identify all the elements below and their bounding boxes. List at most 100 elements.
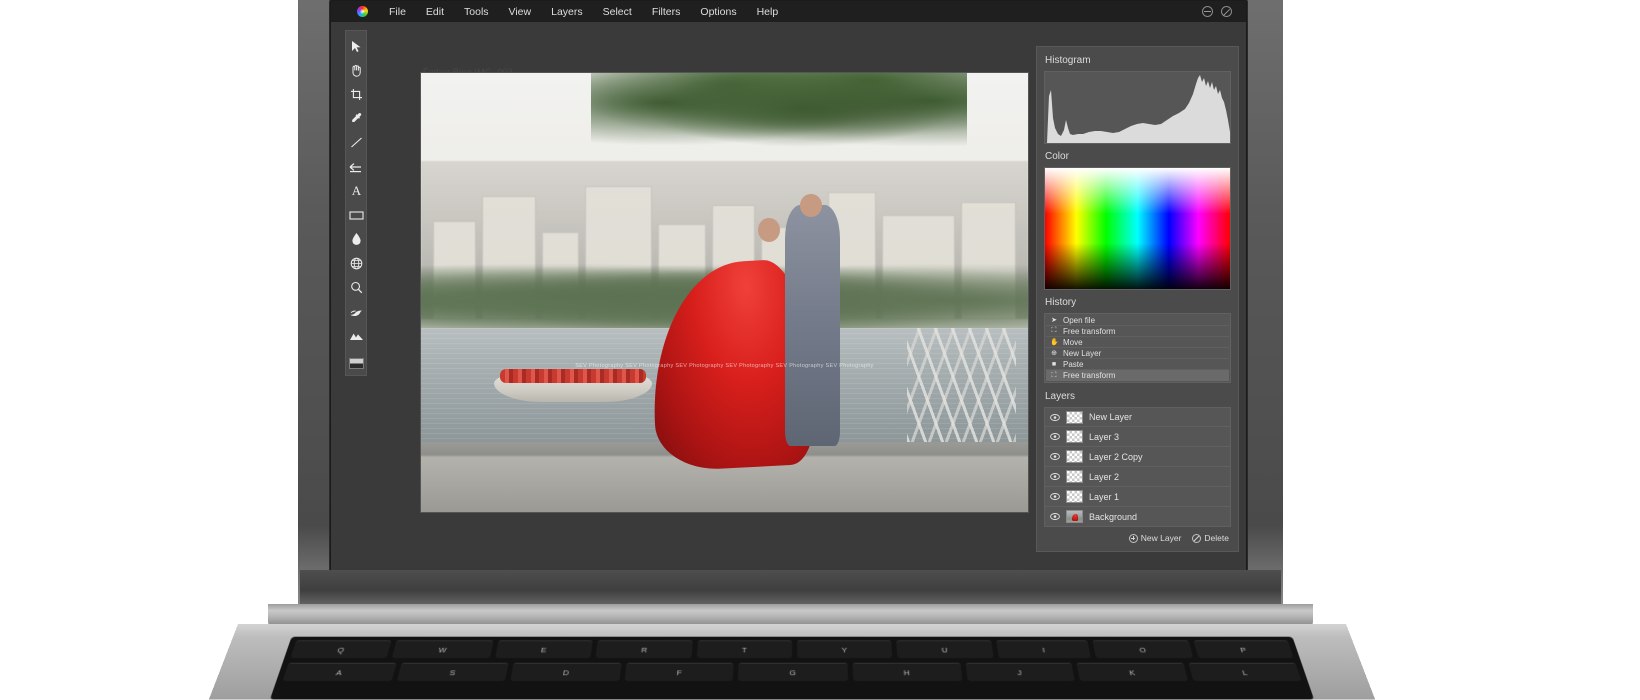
layer-label: Layer 2 Copy bbox=[1089, 451, 1143, 462]
transform-icon: ⛶ bbox=[1051, 371, 1057, 379]
eye-icon[interactable] bbox=[1050, 513, 1060, 521]
key[interactable]: A bbox=[282, 662, 397, 682]
key[interactable]: P bbox=[1193, 640, 1294, 659]
menu-item-tools[interactable]: Tools bbox=[455, 4, 498, 20]
eye-icon[interactable] bbox=[1050, 493, 1060, 501]
key[interactable]: E bbox=[494, 640, 593, 659]
layer-row[interactable]: Layer 2 Copy bbox=[1044, 447, 1231, 467]
key[interactable]: U bbox=[896, 640, 994, 659]
history-item-selected[interactable]: ⛶ Free transform bbox=[1046, 370, 1229, 381]
layer-row[interactable]: Layer 3 bbox=[1044, 427, 1231, 447]
right-dock: Histogram Color History ➤ Open file ⛶ Fr… bbox=[1036, 46, 1239, 552]
history-item[interactable]: ⊕ New Layer bbox=[1046, 348, 1229, 359]
eye-icon[interactable] bbox=[1050, 453, 1060, 461]
menu-item-view[interactable]: View bbox=[500, 4, 541, 20]
new-layer-button[interactable]: New Layer bbox=[1128, 533, 1182, 543]
undo-arrow-icon[interactable] bbox=[346, 156, 366, 178]
key[interactable]: T bbox=[696, 640, 792, 659]
menu-item-filters[interactable]: Filters bbox=[643, 4, 690, 20]
layer-label: New Layer bbox=[1089, 412, 1133, 422]
key[interactable]: F bbox=[624, 662, 734, 682]
key[interactable]: Y bbox=[796, 640, 893, 659]
brush-leaf-icon[interactable] bbox=[346, 301, 366, 323]
histogram-graph bbox=[1044, 71, 1231, 144]
globe-icon[interactable] bbox=[346, 252, 366, 274]
history-item[interactable]: ➤ Open file bbox=[1046, 315, 1229, 326]
new-layer-button-label: New Layer bbox=[1140, 533, 1182, 543]
magnifier-icon[interactable] bbox=[346, 276, 366, 298]
history-item[interactable]: ✋ Move bbox=[1046, 337, 1229, 348]
key[interactable]: H bbox=[852, 662, 963, 682]
layer-label: Layer 3 bbox=[1089, 431, 1120, 442]
svg-text:A: A bbox=[351, 184, 361, 197]
foreground-background-swatch-icon[interactable] bbox=[346, 353, 366, 375]
menu-item-file[interactable]: File bbox=[380, 4, 415, 20]
menu-bar: File Edit Tools View Layers Select Filte… bbox=[331, 1, 1246, 22]
key[interactable]: R bbox=[595, 640, 693, 659]
key[interactable]: W bbox=[391, 640, 494, 659]
history-item-label: Paste bbox=[1063, 359, 1084, 369]
eye-icon[interactable] bbox=[1050, 413, 1060, 421]
delete-layer-button-label: Delete bbox=[1204, 533, 1229, 543]
mountains-icon[interactable] bbox=[346, 325, 366, 347]
paste-icon: ■ bbox=[1051, 360, 1057, 368]
cursor-arrow-icon[interactable] bbox=[346, 35, 366, 57]
history-item[interactable]: ⛶ Free transform bbox=[1046, 326, 1229, 337]
layer-row[interactable]: Layer 2 bbox=[1044, 467, 1231, 487]
history-item[interactable]: ■ Paste bbox=[1046, 359, 1229, 370]
key[interactable]: O bbox=[1092, 640, 1193, 659]
layer-thumbnail bbox=[1066, 410, 1083, 424]
history-list: ➤ Open file ⛶ Free transform ✋ Move ⊕ Ne… bbox=[1044, 313, 1231, 383]
slash-circle-icon[interactable] bbox=[1221, 6, 1232, 17]
key[interactable]: J bbox=[965, 662, 1075, 682]
color-picker-gradient[interactable] bbox=[1044, 167, 1231, 290]
hand-icon[interactable] bbox=[346, 59, 366, 81]
text-a-icon[interactable]: A bbox=[346, 180, 366, 202]
crop-icon[interactable] bbox=[346, 83, 366, 105]
layer-label: Layer 2 bbox=[1089, 471, 1120, 482]
layers-list: New Layer Layer 3 Layer 2 Copy Layer 2 L… bbox=[1044, 407, 1231, 527]
menu-item-help[interactable]: Help bbox=[748, 4, 788, 20]
keyboard-row: Q W E R T Y U I O P bbox=[290, 640, 1294, 659]
key[interactable]: G bbox=[738, 662, 848, 682]
history-panel-title: History bbox=[1045, 297, 1077, 308]
color-panel-title: Color bbox=[1045, 151, 1069, 162]
hand-icon: ✋ bbox=[1050, 339, 1059, 346]
layer-row[interactable]: Layer 1 bbox=[1044, 487, 1231, 507]
menu-item-select[interactable]: Select bbox=[594, 4, 641, 20]
line-icon[interactable] bbox=[346, 132, 366, 154]
layer-thumbnail bbox=[1066, 490, 1083, 503]
key[interactable]: D bbox=[510, 662, 622, 682]
menu-item-options[interactable]: Options bbox=[691, 4, 745, 20]
tool-palette: A bbox=[345, 30, 367, 376]
keyboard-row: A S D F G H J K L bbox=[282, 662, 1302, 682]
layers-panel-title: Layers bbox=[1045, 391, 1076, 402]
rectangle-icon[interactable] bbox=[346, 204, 366, 226]
key[interactable]: I bbox=[996, 640, 1092, 659]
plus-circle-icon bbox=[1128, 533, 1138, 543]
layer-row[interactable]: New Layer bbox=[1044, 407, 1231, 427]
eye-icon[interactable] bbox=[1050, 473, 1060, 481]
eye-icon[interactable] bbox=[1050, 433, 1060, 441]
cursor-icon: ➤ bbox=[1051, 317, 1057, 324]
key[interactable]: K bbox=[1076, 662, 1189, 682]
image-canvas[interactable]: SEV Photography SEV Photography SEV Phot… bbox=[421, 73, 1028, 512]
key[interactable]: Q bbox=[290, 640, 392, 659]
history-item-label: Move bbox=[1063, 337, 1083, 347]
delete-layer-button[interactable]: Delete bbox=[1192, 533, 1229, 543]
workspace: A Father Blog IMG_003 SEV Photography SE… bbox=[331, 22, 1246, 572]
photograph: SEV Photography SEV Photography SEV Phot… bbox=[421, 73, 1028, 512]
history-item-label: Free transform bbox=[1063, 371, 1116, 380]
screenshot-root: File Edit Tools View Layers Select Filte… bbox=[0, 0, 1640, 700]
layer-thumbnail bbox=[1066, 510, 1083, 523]
window-controls bbox=[1202, 6, 1240, 17]
layer-row[interactable]: Background bbox=[1044, 507, 1231, 527]
key[interactable]: S bbox=[396, 662, 509, 682]
menu-item-layers[interactable]: Layers bbox=[542, 4, 592, 20]
watermark-text: SEV Photography SEV Photography SEV Phot… bbox=[575, 362, 874, 369]
droplet-icon[interactable] bbox=[346, 228, 366, 250]
eyedropper-icon[interactable] bbox=[346, 107, 366, 129]
minus-circle-icon[interactable] bbox=[1202, 6, 1213, 17]
menu-item-edit[interactable]: Edit bbox=[417, 4, 453, 20]
key[interactable]: L bbox=[1188, 662, 1302, 682]
